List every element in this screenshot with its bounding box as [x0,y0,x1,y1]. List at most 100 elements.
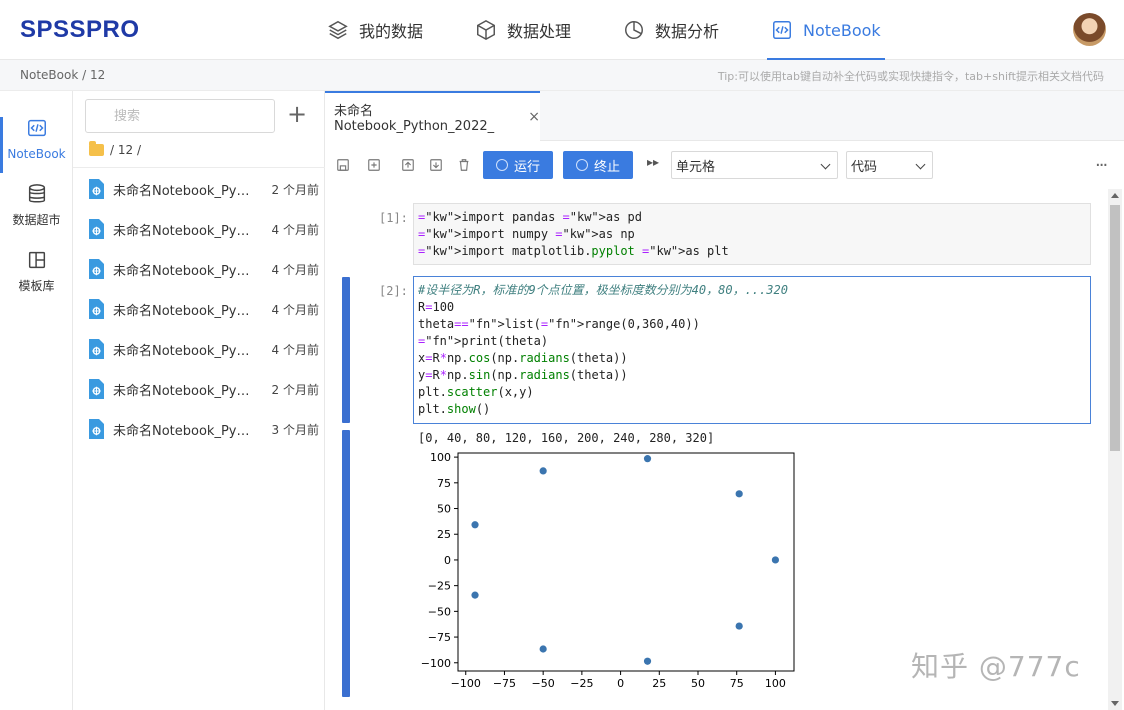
folder-path[interactable]: / 12 / [89,141,141,157]
fast-forward-icon[interactable]: ▸▸ [647,155,659,169]
add-notebook-button[interactable]: + [285,102,309,127]
tab-strip: 未命名Notebook_Python_2022_ × [325,91,1124,141]
language-select[interactable]: 代码 [846,151,933,179]
code-line: #设半径为R，标准的9个点位置，极坐标度数分别为40，80，...320 [418,283,788,297]
trash-icon[interactable] [457,158,471,172]
notebook-file-icon [89,379,104,399]
file-name: 未命名Notebook_Python_2022_ [113,303,253,319]
tab-title: 未命名Notebook_Python_2022_ [334,104,495,134]
file-item[interactable]: 未命名Notebook_Python_2022_ 4 个月前 [87,215,319,243]
sidebar-item-notebook[interactable]: NoteBook [0,117,73,173]
cell-selection-bar[interactable] [342,277,350,423]
y-tick-label: −75 [428,631,451,644]
nav-label: 我的数据 [359,22,424,41]
scatter-point [643,657,652,665]
run-label: 运行 [513,159,540,175]
y-tick-label: −25 [428,580,451,593]
code-icon [773,21,791,39]
close-icon[interactable]: × [528,109,540,125]
file-item[interactable]: 未命名Notebook_Python_2022_ 3 个月前 [87,415,319,443]
template-icon [28,251,45,269]
file-date: 4 个月前 [271,222,319,237]
code-line: x=R*np.cos(np.radians(theta)) [418,351,628,365]
add-cell-icon[interactable] [367,158,381,172]
tab-notebook[interactable]: 未命名Notebook_Python_2022_ × [325,91,540,141]
file-name: 未命名Notebook_Python_2022_ [113,183,253,199]
nav-data-processing[interactable]: 数据处理 [475,0,571,60]
notebook-file-icon [89,339,104,359]
cell-type-value: 单元格 [676,159,716,175]
cell-type-select[interactable]: 单元格 [671,151,838,179]
top-nav: SPSSPRO 我的数据 数据处理 数据分析 NoteBook [0,0,1124,60]
output-collapse-bar[interactable] [342,430,350,697]
notebook-file-icon [89,179,104,199]
move-down-icon[interactable] [429,158,443,172]
move-up-icon[interactable] [401,158,415,172]
x-tick-label: 100 [765,677,786,690]
file-item[interactable]: 未命名Notebook_Python_2022_ 4 个月前 [87,295,319,323]
file-date: 4 个月前 [271,302,319,317]
save-icon[interactable] [336,158,350,172]
file-date: 4 个月前 [271,262,319,277]
code-line: R=100 [418,300,455,314]
scatter-point [735,490,743,498]
notebook-main: 未命名Notebook_Python_2022_ × 运行 终止 ▸▸ 单元格 … [325,91,1124,710]
database-icon [28,184,45,203]
file-item[interactable]: 未命名Notebook_Python_2022_ 2 个月前 [87,175,319,203]
stop-label: 终止 [593,159,620,175]
run-button[interactable]: 运行 [483,151,553,179]
scatter-point [539,645,547,653]
y-tick-label: 25 [437,528,451,541]
scatter-point [471,591,479,599]
code-line: theta=="fn">list [418,317,534,331]
breadcrumb[interactable]: NoteBook / 12 [20,68,105,82]
output-text: [0, 40, 80, 120, 160, 200, 240, 280, 320… [418,431,715,445]
cell-prompt: [2]: [379,284,408,298]
chevron-down-icon [820,159,831,170]
pie-chart-icon [625,21,643,39]
scrollbar[interactable] [1108,189,1122,710]
nav-notebook[interactable]: NoteBook [767,0,885,60]
cell-prompt: [1]: [379,211,408,225]
y-tick-label: 75 [437,477,451,490]
cube-icon [477,19,495,41]
breadcrumb-bar: NoteBook / 12 Tip:可以使用tab键自动补全代码或实现快捷指令，… [0,60,1124,91]
stop-button[interactable]: 终止 [563,151,633,179]
code-line: ="kw">import [418,210,505,224]
file-item[interactable]: 未命名Notebook_Python_2022_ 2 个月前 [87,375,319,403]
file-item[interactable]: 未命名Notebook_Python_2022_ 4 个月前 [87,335,319,363]
x-tick-label: 25 [652,677,666,690]
icon-sidebar: NoteBook 数据超市 模板库 [0,91,73,710]
code-cell-1[interactable]: ="kw">import pandas ="kw">as pd ="kw">im… [413,203,1091,265]
code-line: ="kw">import [418,244,505,258]
scroll-thumb[interactable] [1110,205,1120,451]
file-date: 3 个月前 [271,422,319,437]
folder-path-text: / 12 / [110,143,141,157]
notebook-file-icon [89,299,104,319]
avatar[interactable] [1073,13,1106,46]
scroll-up-icon[interactable] [1111,193,1119,198]
sidebar-item-data-market[interactable]: 数据超市 [0,183,73,239]
sidebar-item-templates[interactable]: 模板库 [0,249,73,305]
search-input[interactable] [85,99,275,133]
x-tick-label: 50 [691,677,705,690]
more-icon[interactable]: ··· [1095,155,1108,176]
nav-data-analysis[interactable]: 数据分析 [623,0,719,60]
sidebar-item-label: NoteBook [7,147,66,161]
y-tick-label: 100 [430,451,451,464]
scroll-down-icon[interactable] [1111,701,1119,706]
toolbar: 运行 终止 ▸▸ 单元格 代码 ··· [325,149,1124,183]
file-item[interactable]: 未命名Notebook_Python_2022_ 4 个月前 [87,255,319,283]
code-cell-2[interactable]: #设半径为R，标准的9个点位置，极坐标度数分别为40，80，...320 R=1… [413,276,1091,424]
tip-text: Tip:可以使用tab键自动补全代码或实现快捷指令，tab+shift提示相关文… [717,70,1104,83]
nav-label: 数据分析 [655,22,720,41]
logo[interactable]: SPSSPRO [20,16,140,44]
code-line: plt.scatter(x,y) [418,385,534,399]
watermark: 知乎 @777c [911,650,1081,683]
code-line: ="fn">print [418,334,498,348]
scatter-point [735,622,743,630]
scatter-point [471,521,479,529]
nav-my-data[interactable]: 我的数据 [327,0,423,60]
sidebar-item-label: 模板库 [18,279,55,293]
file-date: 4 个月前 [271,342,319,357]
